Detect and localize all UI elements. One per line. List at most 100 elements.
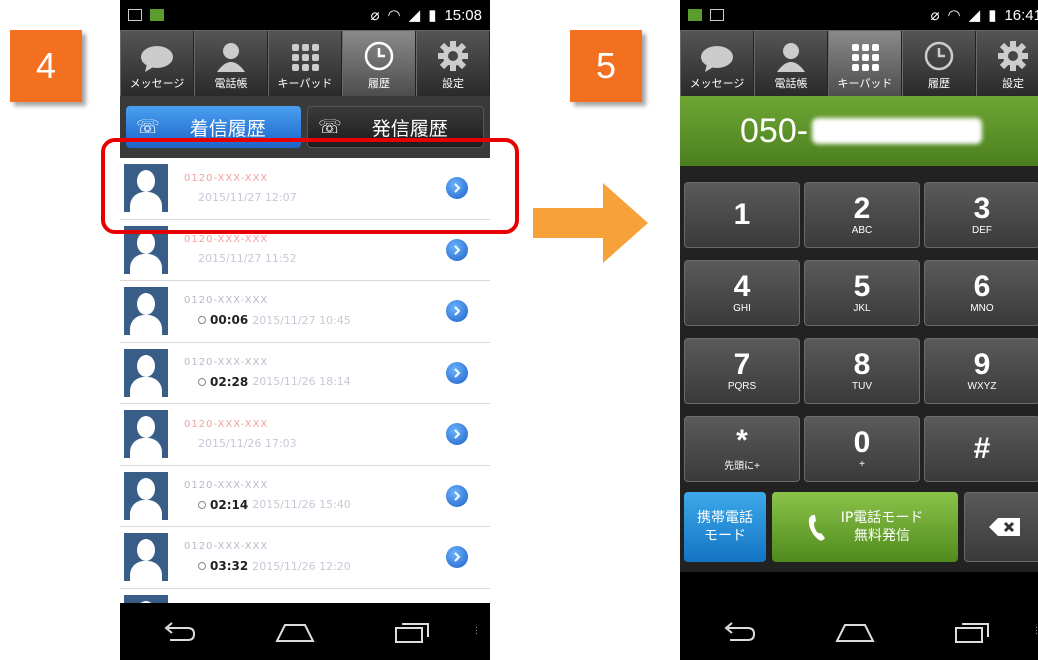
call-duration: 02:28 xyxy=(210,374,249,389)
step-badge-5: 5 xyxy=(570,30,642,102)
key-3[interactable]: 3 DEF xyxy=(924,182,1038,248)
avatar xyxy=(124,471,168,520)
signal-icon: ◢ xyxy=(968,7,981,24)
phone-history-screen: ⌀ ◠ ◢ ▮ 15:08 メッセージ 電話帳 キーパッド 履歴 設定 ☏ 着信… xyxy=(120,0,490,660)
caller-number: 0120-XXX-XXX xyxy=(184,479,269,491)
home-icon[interactable] xyxy=(835,621,875,643)
tab-message[interactable]: メッセージ xyxy=(680,31,754,96)
tab-label: メッセージ xyxy=(129,77,185,90)
list-item[interactable]: 0120-XXX-XXX 2015/11/26 17:03 xyxy=(120,404,490,466)
duration-clock-icon xyxy=(198,562,206,571)
tab-settings[interactable]: 設定 xyxy=(976,31,1038,96)
app-notification-icon xyxy=(688,9,702,21)
battery-icon: ▮ xyxy=(988,7,997,24)
key-5[interactable]: 5 JKL xyxy=(804,260,920,326)
key-letters: WXYZ xyxy=(967,380,997,392)
tab-label: 設定 xyxy=(442,77,464,90)
main-tab-bar: メッセージ 電話帳 キーパッド 履歴 設定 xyxy=(120,30,490,96)
tab-message[interactable]: メッセージ xyxy=(120,31,194,96)
list-item[interactable]: 0120-XXX-XXX 02:28 2015/11/26 18:14 xyxy=(120,343,490,404)
key-9[interactable]: 9 WXYZ xyxy=(924,338,1038,404)
keypad-grid: 1 2 ABC 3 DEF 4 GHI 5 JKL 6 MNO 7 PQRS 8 TUV 9W… xyxy=(680,166,1038,482)
caller-number: 0120-XXX-XXX xyxy=(184,418,269,430)
key-digit: 5 xyxy=(853,269,871,303)
back-icon[interactable] xyxy=(720,621,756,642)
key-2[interactable]: 2 ABC xyxy=(804,182,920,248)
key-letters: TUV xyxy=(852,380,872,392)
key-digit: 3 xyxy=(973,191,991,225)
key-4[interactable]: 4 GHI xyxy=(684,260,800,326)
menu-dots-icon[interactable]: · · · xyxy=(475,624,478,640)
call-date: 2015/11/27 11:52 xyxy=(198,252,297,266)
chevron-right-icon[interactable] xyxy=(446,484,468,507)
recent-apps-icon[interactable] xyxy=(954,621,990,643)
tab-history[interactable]: 履歴 xyxy=(342,31,416,96)
key-letters: PQRS xyxy=(727,380,757,392)
chevron-right-icon[interactable] xyxy=(446,423,468,446)
key-letters: ABC xyxy=(851,224,873,236)
gear-icon xyxy=(998,41,1028,71)
chevron-right-icon[interactable] xyxy=(446,546,468,569)
app-notification-icon xyxy=(150,9,164,21)
list-item[interactable]: 0120-XXX-XXX 00:06 2015/11/27 10:45 xyxy=(120,281,490,343)
android-nav-bar: · · · xyxy=(680,603,1038,660)
call-duration: 02:14 xyxy=(210,497,249,512)
incoming-call-icon: ☏ xyxy=(136,116,160,138)
key-digit: 1 xyxy=(733,198,751,231)
redacted-number-mask xyxy=(812,118,983,144)
contacts-icon xyxy=(217,43,245,72)
key-digit: 7 xyxy=(733,347,751,381)
mobile-mode-button[interactable]: 携帯電話 モード xyxy=(684,492,766,562)
back-icon[interactable] xyxy=(160,621,196,642)
caller-number: 0120-XXX-XXX xyxy=(184,356,269,368)
duration-clock-icon xyxy=(198,316,206,325)
status-time: 16:41 xyxy=(1004,6,1038,24)
tab-contacts[interactable]: 電話帳 xyxy=(194,31,268,96)
chevron-right-icon[interactable] xyxy=(446,300,468,323)
tab-history[interactable]: 履歴 xyxy=(902,31,976,96)
home-icon[interactable] xyxy=(275,621,315,643)
recent-apps-icon[interactable] xyxy=(394,621,430,643)
key-0[interactable]: 0 + xyxy=(804,416,920,482)
key-hash[interactable]: # xyxy=(924,416,1038,482)
caller-number: 0120-XXX-XXX xyxy=(184,295,269,307)
ip-call-button[interactable]: IP電話モード 無料発信 xyxy=(772,492,958,562)
gear-icon xyxy=(438,41,468,71)
tab-settings[interactable]: 設定 xyxy=(416,31,490,96)
avatar xyxy=(124,533,168,582)
image-notification-icon xyxy=(128,9,142,21)
chevron-right-icon[interactable] xyxy=(446,238,468,261)
key-8[interactable]: 8 TUV xyxy=(804,338,920,404)
dial-number: 050- xyxy=(740,111,809,150)
backspace-button[interactable] xyxy=(964,492,1038,562)
chevron-right-icon[interactable] xyxy=(446,361,468,384)
key-star[interactable]: * 先頭に+ xyxy=(684,416,800,482)
key-digit: 2 xyxy=(853,191,871,225)
tab-keypad[interactable]: キーパッド xyxy=(268,31,342,96)
key-digit: * xyxy=(736,423,748,457)
key-letters: DEF xyxy=(972,224,992,236)
android-nav-bar: · · · xyxy=(120,603,490,660)
list-item[interactable]: 0120-XXX-XXX 03:32 2015/11/26 12:20 xyxy=(120,527,490,589)
tab-label: 電話帳 xyxy=(214,77,248,90)
call-date: 2015/11/26 18:14 xyxy=(252,375,351,389)
highlight-box xyxy=(101,138,519,234)
status-bar: ⌀ ◠ ◢ ▮ 16:41 xyxy=(680,0,1038,30)
tab-keypad[interactable]: キーパッド xyxy=(828,31,902,96)
step-badge-4: 4 xyxy=(10,30,82,102)
call-actions: 携帯電話 モード IP電話モード 無料発信 xyxy=(680,482,1038,572)
call-duration: 00:06 xyxy=(210,313,249,328)
battery-icon: ▮ xyxy=(428,7,437,24)
image-notification-icon xyxy=(710,9,724,21)
key-1[interactable]: 1 xyxy=(684,182,800,248)
tab-label: 履歴 xyxy=(368,77,390,90)
avatar xyxy=(124,287,168,336)
key-7[interactable]: 7 PQRS xyxy=(684,338,800,404)
key-6[interactable]: 6 MNO xyxy=(924,260,1038,326)
message-icon xyxy=(141,46,173,72)
tab-contacts[interactable]: 電話帳 xyxy=(754,31,828,96)
avatar xyxy=(124,348,168,397)
key-digit: 4 xyxy=(733,269,751,303)
list-item[interactable]: 0120-XXX-XXX 02:14 2015/11/26 15:40 xyxy=(120,466,490,527)
tab-label: メッセージ xyxy=(689,77,745,90)
